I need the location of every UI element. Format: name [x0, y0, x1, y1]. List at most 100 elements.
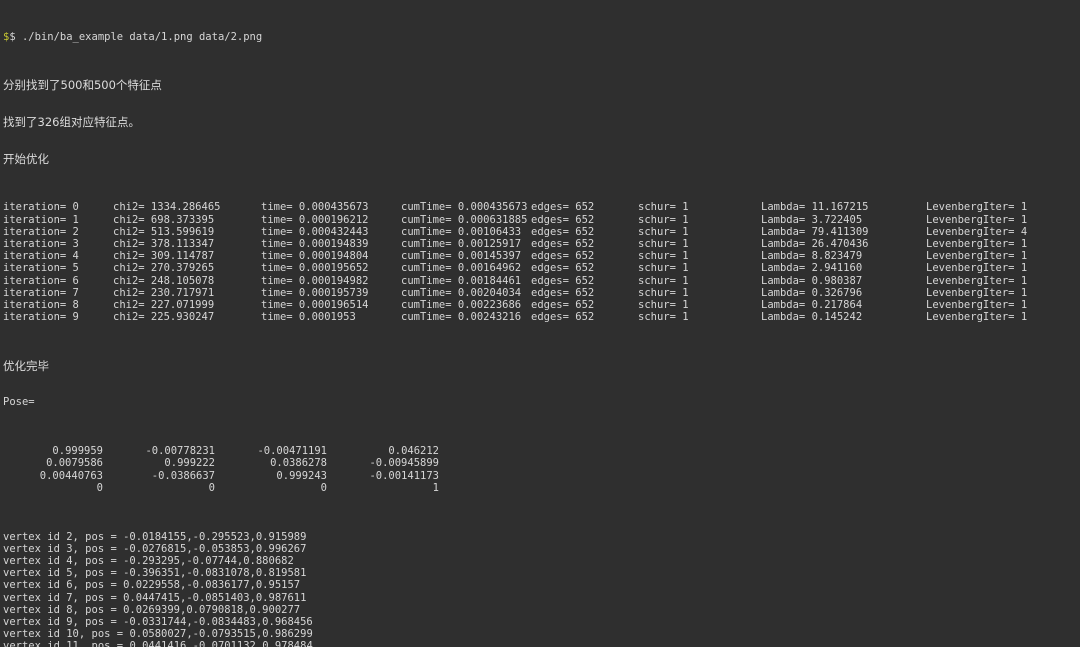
- pose-matrix-row: 0 0 0 1: [0, 482, 1080, 494]
- iteration-cell-schur: schur= 1: [638, 298, 689, 311]
- vertex-position: -0.0184155,-0.295523,0.915989: [123, 530, 307, 543]
- pose-matrix-cell: 0.00440763: [39, 469, 103, 482]
- iteration-cell-edges: edges= 652: [531, 237, 595, 250]
- iteration-cell-chi2: chi2= 698.373395: [113, 213, 215, 226]
- iteration-cell-time: time= 0.000194982: [261, 274, 369, 287]
- pose-matrix-cell: 1: [432, 481, 439, 494]
- iteration-cell-chi2: chi2= 230.717971: [113, 286, 215, 299]
- status-line-optimization-done: 优化完毕: [3, 358, 49, 373]
- iteration-cell-levenbergIter: LevenbergIter= 1: [926, 201, 1028, 214]
- status-line-features-found: 分别找到了500和500个特征点: [3, 78, 162, 93]
- iteration-cell-edges: edges= 652: [531, 250, 595, 263]
- iteration-row: iteration= 9 chi2= 225.930247 time= 0.0001…: [0, 311, 1080, 323]
- iteration-cell-iteration: iteration= 0: [3, 201, 79, 214]
- iteration-cell-levenbergIter: LevenbergIter= 1: [926, 262, 1028, 275]
- iteration-cell-cumTime: cumTime= 0.00184461: [401, 274, 522, 287]
- iteration-cell-schur: schur= 1: [638, 213, 689, 226]
- iteration-cell-iteration: iteration= 5: [3, 262, 79, 275]
- iteration-cell-time: time= 0.000196212: [261, 213, 369, 226]
- pose-matrix-cell: 0: [96, 481, 103, 494]
- vertex-id: vertex id 6, pos =: [3, 579, 124, 592]
- command-line: $$ ./bin/ba_example data/1.png data/2.pn…: [0, 31, 1080, 43]
- iteration-cell-chi2: chi2= 1334.286465: [113, 201, 221, 214]
- vertex-position: -0.293295,-0.07744,0.880682: [123, 555, 294, 567]
- iteration-cell-edges: edges= 652: [531, 274, 595, 287]
- pose-matrix-cell: 0.0079586: [46, 457, 103, 470]
- pose-matrix-cell: 0.999222: [164, 457, 215, 470]
- iteration-cell-chi2: chi2= 270.379265: [113, 262, 215, 275]
- command-text: $ ./bin/ba_example data/1.png data/2.png: [9, 30, 263, 43]
- pose-label: Pose=: [3, 396, 35, 409]
- iteration-cell-schur: schur= 1: [638, 262, 689, 275]
- iteration-cell-iteration: iteration= 7: [3, 286, 79, 299]
- vertex-id: vertex id 11, pos =: [3, 640, 130, 647]
- pose-matrix-cell: -0.00141173: [369, 469, 439, 482]
- iteration-cell-schur: schur= 1: [638, 274, 689, 287]
- iteration-log-block: iteration= 0 chi2= 1334.286465 time= 0.000…: [0, 201, 1080, 323]
- iteration-cell-lambda: Lambda= 26.470436: [761, 237, 869, 250]
- pose-matrix-row: 0.999959 -0.00778231 -0.00471191 0.046212: [0, 445, 1080, 457]
- iteration-row: iteration= 5 chi2= 270.379265 time= 0.0001…: [0, 262, 1080, 274]
- vertex-id: vertex id 10, pos =: [3, 628, 130, 641]
- iteration-cell-iteration: iteration= 9: [3, 311, 79, 324]
- pose-matrix-cell: 0.999959: [52, 445, 103, 458]
- iteration-cell-edges: edges= 652: [531, 213, 595, 226]
- iteration-row: iteration= 4 chi2= 309.114787 time= 0.0001…: [0, 250, 1080, 262]
- iteration-cell-schur: schur= 1: [638, 237, 689, 250]
- vertex-id: vertex id 5, pos =: [3, 567, 124, 580]
- iteration-row: iteration= 6 chi2= 248.105078 time= 0.0001…: [0, 275, 1080, 287]
- vertex-row: vertex id 2, pos = -0.0184155,-0.295523,…: [0, 531, 1080, 543]
- iteration-cell-lambda: Lambda= 0.145242: [761, 311, 863, 324]
- iteration-cell-iteration: iteration= 4: [3, 250, 79, 263]
- vertex-position: -0.0331744,-0.0834483,0.968456: [123, 615, 313, 628]
- vertex-id: vertex id 4, pos =: [3, 555, 124, 567]
- iteration-cell-levenbergIter: LevenbergIter= 1: [926, 311, 1028, 324]
- vertex-position: 0.0441416,-0.0701132,0.978484: [129, 640, 313, 647]
- vertex-row: vertex id 6, pos = 0.0229558,-0.0836177,…: [0, 579, 1080, 591]
- iteration-cell-iteration: iteration= 3: [3, 237, 79, 250]
- terminal-output-pane[interactable]: $$ ./bin/ba_example data/1.png data/2.pn…: [0, 0, 1080, 647]
- iteration-cell-edges: edges= 652: [531, 298, 595, 311]
- iteration-cell-lambda: Lambda= 2.941160: [761, 262, 863, 275]
- iteration-cell-cumTime: cumTime= 0.00164962: [401, 262, 522, 275]
- iteration-cell-chi2: chi2= 248.105078: [113, 274, 215, 287]
- pose-matrix-cell: 0.999243: [276, 469, 327, 482]
- iteration-row: iteration= 0 chi2= 1334.286465 time= 0.000…: [0, 201, 1080, 213]
- pose-matrix-cell: 0.046212: [388, 445, 439, 458]
- iteration-cell-schur: schur= 1: [638, 250, 689, 263]
- pose-matrix-cell: -0.0386637: [151, 469, 215, 482]
- vertex-position: 0.0447415,-0.0851403,0.987611: [123, 591, 307, 604]
- pose-matrix-block: 0.999959 -0.00778231 -0.00471191 0.046212 0.…: [0, 445, 1080, 494]
- iteration-cell-iteration: iteration= 6: [3, 274, 79, 287]
- status-line-optimization-start: 开始优化: [3, 151, 49, 166]
- vertex-id: vertex id 8, pos =: [3, 603, 124, 616]
- iteration-cell-time: time= 0.000435673: [261, 201, 369, 214]
- iteration-cell-cumTime: cumTime= 0.000631885: [401, 213, 528, 226]
- iteration-cell-cumTime: cumTime= 0.00223686: [401, 298, 522, 311]
- iteration-cell-schur: schur= 1: [638, 225, 689, 238]
- pose-matrix-cell: -0.00778231: [145, 445, 215, 458]
- iteration-cell-chi2: chi2= 225.930247: [113, 311, 215, 324]
- iteration-cell-chi2: chi2= 227.071999: [113, 298, 215, 311]
- iteration-cell-levenbergIter: LevenbergIter= 1: [926, 213, 1028, 226]
- iteration-cell-lambda: Lambda= 11.167215: [761, 201, 869, 214]
- iteration-cell-edges: edges= 652: [531, 201, 595, 214]
- vertex-position: 0.0229558,-0.0836177,0.95157: [123, 579, 301, 592]
- iteration-cell-lambda: Lambda= 0.980387: [761, 274, 863, 287]
- iteration-cell-levenbergIter: LevenbergIter= 4: [926, 225, 1028, 238]
- iteration-cell-schur: schur= 1: [638, 311, 689, 324]
- iteration-row: iteration= 3 chi2= 378.113347 time= 0.0001…: [0, 238, 1080, 250]
- vertex-row: vertex id 8, pos = 0.0269399,0.0790818,0…: [0, 604, 1080, 616]
- vertex-row: vertex id 9, pos = -0.0331744,-0.0834483…: [0, 616, 1080, 628]
- vertex-id: vertex id 2, pos =: [3, 530, 124, 543]
- iteration-cell-time: time= 0.0001953: [261, 311, 356, 324]
- vertex-id: vertex id 7, pos =: [3, 591, 124, 604]
- iteration-cell-schur: schur= 1: [638, 286, 689, 299]
- iteration-cell-levenbergIter: LevenbergIter= 1: [926, 237, 1028, 250]
- iteration-row: iteration= 8 chi2= 227.071999 time= 0.0001…: [0, 299, 1080, 311]
- iteration-cell-time: time= 0.000196514: [261, 298, 369, 311]
- iteration-cell-levenbergIter: LevenbergIter= 1: [926, 298, 1028, 311]
- iteration-cell-time: time= 0.000194839: [261, 237, 369, 250]
- iteration-cell-cumTime: cumTime= 0.00145397: [401, 250, 522, 263]
- iteration-cell-cumTime: cumTime= 0.00125917: [401, 237, 522, 250]
